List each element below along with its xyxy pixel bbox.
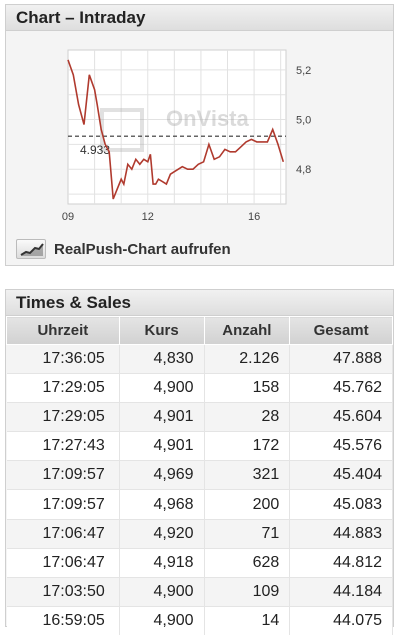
times-sales-table: Uhrzeit Kurs Anzahl Gesamt 17:36:05 4,830 2.1… <box>6 316 393 636</box>
cell-volume: 321 <box>204 460 291 490</box>
cell-time: 17:09:57 <box>6 489 120 520</box>
cell-price: 4,900 <box>119 605 205 636</box>
table-row: 17:27:43 4,901 172 45.576 <box>6 431 393 461</box>
table-row: 17:36:05 4,830 2.126 47.888 <box>6 343 393 374</box>
cell-time: 17:29:05 <box>6 402 120 432</box>
cell-total: 45.762 <box>289 373 393 403</box>
cell-time: 17:06:47 <box>6 518 120 549</box>
x-tick-label: 09 <box>62 211 74 223</box>
cell-volume: 628 <box>204 547 291 578</box>
cell-total: 45.404 <box>289 460 393 490</box>
cell-price: 4,830 <box>119 343 205 374</box>
cell-time: 17:27:43 <box>6 431 120 461</box>
cell-price: 4,969 <box>119 460 205 490</box>
cell-total: 45.604 <box>289 402 393 432</box>
cell-price: 4,918 <box>119 547 205 578</box>
cell-price: 4,968 <box>119 489 205 520</box>
cell-time: 16:59:05 <box>6 605 120 636</box>
cell-total: 45.083 <box>289 489 393 520</box>
y-tick-label: 5,0 <box>296 115 311 127</box>
cell-volume: 2.126 <box>204 343 291 374</box>
cell-total: 44.812 <box>289 547 393 578</box>
cell-total: 47.888 <box>289 343 393 374</box>
column-header-time[interactable]: Uhrzeit <box>6 316 120 345</box>
times-sales-panel: Times & Sales Uhrzeit Kurs Anzahl Gesamt 17… <box>5 289 394 636</box>
cell-volume: 109 <box>204 576 291 607</box>
cell-price: 4,900 <box>119 373 205 403</box>
realpush-chart-link[interactable]: RealPush-Chart aufrufen <box>16 237 231 261</box>
column-header-volume[interactable]: Anzahl <box>203 316 291 345</box>
y-tick-label: 5,2 <box>296 65 311 77</box>
cell-volume: 71 <box>204 518 291 549</box>
y-tick-label: 4,8 <box>296 164 311 176</box>
cell-volume: 200 <box>204 489 291 520</box>
watermark-text: OnVista <box>166 106 250 131</box>
cell-volume: 14 <box>204 605 291 636</box>
chart-panel-title: Chart – Intraday <box>6 5 393 31</box>
table-header-row: Uhrzeit Kurs Anzahl Gesamt <box>6 316 393 345</box>
table-body: 17:36:05 4,830 2.126 47.888 17:29:05 4,900 158… <box>6 343 393 636</box>
cell-time: 17:06:47 <box>6 547 120 578</box>
times-sales-title: Times & Sales <box>6 290 393 316</box>
column-header-total[interactable]: Gesamt <box>289 316 393 345</box>
cell-price: 4,900 <box>119 576 205 607</box>
cell-price: 4,901 <box>119 402 205 432</box>
cell-price: 4,901 <box>119 431 205 461</box>
cell-total: 44.883 <box>289 518 393 549</box>
column-header-price[interactable]: Kurs <box>118 316 205 345</box>
cell-volume: 158 <box>204 373 291 403</box>
cell-price: 4,920 <box>119 518 205 549</box>
table-row: 17:06:47 4,918 628 44.812 <box>6 547 393 578</box>
cell-time: 17:09:57 <box>6 460 120 490</box>
cell-time: 17:29:05 <box>6 373 120 403</box>
table-row: 17:03:50 4,900 109 44.184 <box>6 576 393 607</box>
x-tick-label: 16 <box>248 211 260 223</box>
chart-panel: Chart – Intraday OnVista 4.933 5,2 5,0 4,8 09… <box>5 4 394 266</box>
table-row: 17:06:47 4,920 71 44.883 <box>6 518 393 549</box>
cell-total: 44.075 <box>289 605 393 636</box>
cell-volume: 172 <box>204 431 291 461</box>
intraday-chart: OnVista 4.933 5,2 5,0 4,8 09 12 16 <box>6 32 393 234</box>
x-tick-label: 12 <box>142 211 154 223</box>
realpush-chart-label: RealPush-Chart aufrufen <box>54 240 231 258</box>
table-row: 17:29:05 4,900 158 45.762 <box>6 373 393 403</box>
cell-total: 45.576 <box>289 431 393 461</box>
table-row: 17:09:57 4,968 200 45.083 <box>6 489 393 520</box>
table-row: 16:59:05 4,900 14 44.075 <box>6 605 393 636</box>
cell-time: 17:36:05 <box>6 343 120 374</box>
table-row: 17:09:57 4,969 321 45.404 <box>6 460 393 490</box>
chart-trend-icon <box>16 239 46 259</box>
table-row: 17:29:05 4,901 28 45.604 <box>6 402 393 432</box>
intraday-chart-svg: OnVista4.9335,25,04,809 12 16 <box>62 49 311 223</box>
cell-total: 44.184 <box>289 576 393 607</box>
cell-time: 17:03:50 <box>6 576 120 607</box>
cell-volume: 28 <box>204 402 291 432</box>
